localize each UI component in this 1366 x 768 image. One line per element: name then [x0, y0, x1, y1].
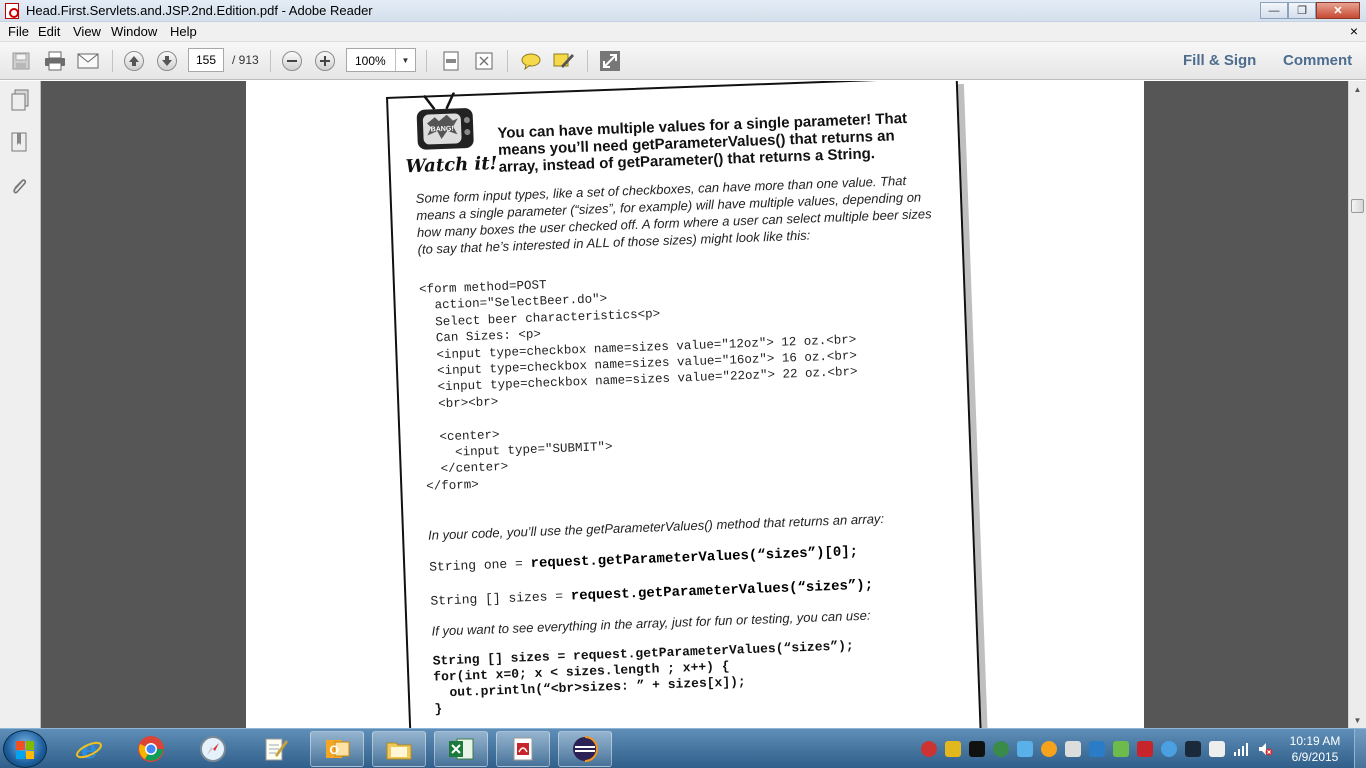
shield-tray-icon[interactable] — [945, 741, 961, 757]
media-tray-icon[interactable] — [969, 741, 985, 757]
print-icon[interactable] — [42, 49, 68, 73]
watch-it-label: Watch it! — [405, 152, 498, 178]
outlook-icon[interactable]: O — [310, 731, 364, 767]
code-note: In your code, you’ll use the getParamete… — [427, 511, 885, 543]
highlight-text-icon[interactable] — [551, 49, 577, 73]
tv-icon: BANG! — [412, 91, 480, 154]
code-line-two-call: request.getParameterValues(“sizes”); — [570, 577, 874, 605]
close-document-button[interactable]: × — [1350, 23, 1358, 39]
app-tray-icon[interactable] — [1089, 741, 1105, 757]
window-title: Head.First.Servlets.and.JSP.2nd.Edition.… — [26, 3, 373, 18]
menu-bar: File Edit View Window Help × — [0, 22, 1366, 42]
next-page-button[interactable] — [154, 49, 180, 73]
fit-page-icon[interactable] — [471, 49, 497, 73]
scroll-up-icon[interactable]: ▲ — [1349, 81, 1366, 97]
form-code-block: <form method=POST action="SelectBeer.do"… — [418, 278, 858, 494]
vertical-scrollbar[interactable]: ▲ ▼ — [1348, 81, 1366, 728]
navigation-pane — [0, 81, 41, 728]
dropbox-tray-icon[interactable] — [1017, 741, 1033, 757]
excel-icon[interactable] — [434, 731, 488, 767]
display-tray-icon[interactable] — [1065, 741, 1081, 757]
fit-width-icon[interactable] — [438, 49, 464, 73]
clock[interactable]: 10:19 AM 6/9/2015 — [1282, 733, 1348, 765]
windows-logo-icon — [16, 741, 34, 759]
device-tray-icon[interactable] — [1209, 741, 1225, 757]
cloud-tray-icon[interactable] — [1161, 741, 1177, 757]
svg-text:O: O — [329, 743, 338, 757]
comment-button[interactable]: Comment — [1283, 52, 1352, 69]
menu-window[interactable]: Window — [111, 24, 157, 39]
chevron-down-icon[interactable]: ▼ — [395, 49, 415, 71]
code-line-two-prefix: String [] sizes = — [430, 588, 572, 609]
clock-date: 6/9/2015 — [1291, 750, 1339, 764]
zoom-value: 100% — [355, 54, 386, 68]
minimize-button[interactable]: — — [1260, 2, 1288, 19]
chrome-icon[interactable] — [124, 731, 178, 767]
safari-icon[interactable] — [186, 731, 240, 767]
bookmarks-icon[interactable] — [9, 131, 31, 155]
bang-badge: BANG! — [431, 126, 454, 134]
signal-icon[interactable] — [1233, 741, 1249, 757]
start-button[interactable] — [3, 730, 47, 768]
adobe-reader-taskbar-icon[interactable] — [496, 731, 550, 767]
taskbar: e O 10:19 AM 6/9/2015 — [0, 728, 1366, 768]
zoom-in-button[interactable] — [312, 49, 338, 73]
code-line-one-prefix: String one = — [428, 556, 531, 575]
page-number-input[interactable]: 155 — [188, 48, 224, 72]
code-line-one-call: request.getParameterValues(“sizes”)[0]; — [530, 544, 859, 573]
page-thumbnails-icon[interactable] — [9, 89, 31, 113]
sticky-note-icon[interactable] — [518, 49, 544, 73]
book-page: BANG! Watch it! You can have multiple va… — [386, 81, 983, 728]
volume-muted-icon[interactable] — [1257, 741, 1273, 757]
fill-sign-button[interactable]: Fill & Sign — [1183, 52, 1256, 69]
menu-file[interactable]: File — [8, 24, 29, 39]
zoom-select[interactable]: 100% ▼ — [346, 48, 416, 72]
monitor-tray-icon[interactable] — [1185, 741, 1201, 757]
clock-time: 10:19 AM — [1289, 734, 1341, 748]
code-line-two: String [] sizes = request.getParameterVa… — [430, 574, 970, 610]
svg-text:e: e — [81, 735, 98, 763]
notepad-icon[interactable] — [248, 731, 302, 767]
previous-page-button[interactable] — [121, 49, 147, 73]
adobe-reader-icon — [5, 3, 19, 19]
file-explorer-icon[interactable] — [372, 731, 426, 767]
internet-explorer-icon[interactable]: e — [62, 731, 116, 767]
scroll-down-icon[interactable]: ▼ — [1349, 712, 1366, 728]
restore-button[interactable]: ❐ — [1288, 2, 1316, 19]
window-controls: — ❐ ✕ — [1260, 2, 1360, 19]
eclipse-icon[interactable] — [558, 731, 612, 767]
adobe-tray-icon[interactable] — [1137, 741, 1153, 757]
page-total: / 913 — [232, 53, 259, 67]
antivirus-tray-icon[interactable] — [921, 741, 937, 757]
sync-tray-icon[interactable] — [1113, 741, 1129, 757]
loop-code-block: String [] sizes = request.getParameterVa… — [432, 638, 854, 717]
close-window-button[interactable]: ✕ — [1316, 2, 1360, 19]
network-globe-tray-icon[interactable] — [993, 741, 1009, 757]
title-bar: Head.First.Servlets.and.JSP.2nd.Edition.… — [0, 0, 1366, 22]
pdf-page: BANG! Watch it! You can have multiple va… — [246, 81, 1144, 728]
scroll-thumb[interactable] — [1351, 199, 1364, 213]
zoom-out-button[interactable] — [279, 49, 305, 73]
full-screen-icon[interactable] — [597, 49, 623, 73]
document-area[interactable]: BANG! Watch it! You can have multiple va… — [41, 81, 1348, 728]
show-desktop-button[interactable] — [1354, 729, 1366, 768]
intro-paragraph: Some form input types, like a set of che… — [415, 173, 932, 257]
attachments-icon[interactable] — [9, 175, 31, 199]
menu-help[interactable]: Help — [170, 24, 197, 39]
menu-view[interactable]: View — [73, 24, 101, 39]
save-icon[interactable] — [8, 49, 34, 73]
update-tray-icon[interactable] — [1041, 741, 1057, 757]
system-tray — [918, 729, 1278, 768]
watch-it-heading: You can have multiple values for a singl… — [497, 109, 908, 176]
menu-edit[interactable]: Edit — [38, 24, 60, 39]
email-icon[interactable] — [75, 49, 101, 73]
code-line-one: String one = request.getParameterValues(… — [429, 540, 969, 576]
fun-note: If you want to see everything in the arr… — [431, 607, 871, 639]
